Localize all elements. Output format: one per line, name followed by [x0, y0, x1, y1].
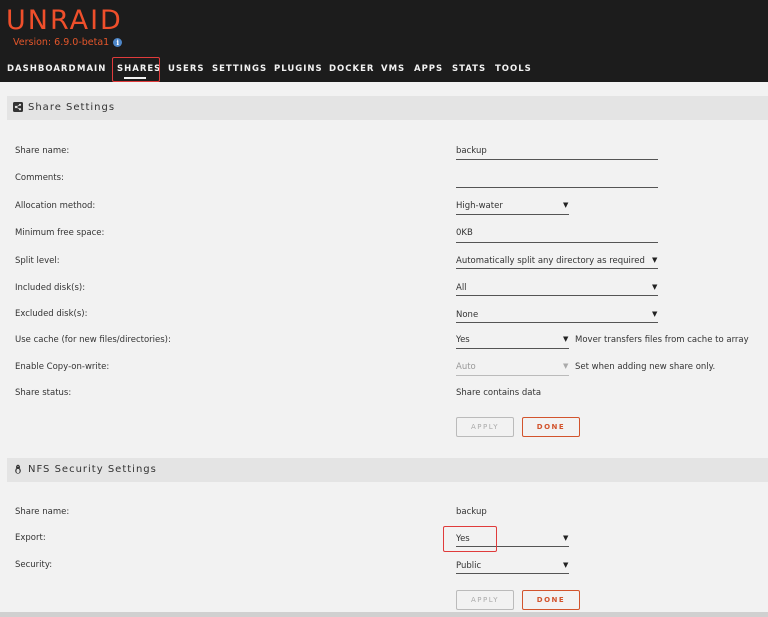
min-free-input[interactable]: 0KB: [456, 228, 473, 238]
nav-docker[interactable]: DOCKER: [329, 64, 374, 74]
share-name-label: Share name:: [15, 146, 70, 156]
share-status-value: Share contains data: [456, 388, 542, 398]
nav-tools[interactable]: TOOLS: [495, 64, 532, 74]
info-icon[interactable]: i: [113, 38, 123, 47]
share-name-input[interactable]: backup: [456, 146, 487, 156]
included-disks-select[interactable]: All: [456, 283, 467, 293]
security-label: Security:: [15, 560, 53, 570]
allocation-label: Allocation method:: [15, 201, 96, 211]
nfs-share-name-value: backup: [456, 507, 487, 517]
nfs-apply-button: APPLY: [456, 590, 514, 610]
allocation-select[interactable]: High-water: [456, 201, 503, 211]
unraid-logo[interactable]: UNRAID: [6, 5, 123, 37]
nav-stats[interactable]: STATS: [452, 64, 486, 74]
share-settings-header: Share Settings: [7, 96, 768, 120]
chevron-down-icon[interactable]: ▼: [652, 310, 657, 318]
version-info: Version: 6.9.0-beta1 i: [13, 37, 123, 48]
nav-dashboard[interactable]: DASHBOARD: [7, 64, 77, 74]
split-level-underline: [456, 268, 658, 269]
use-cache-select[interactable]: Yes: [456, 335, 470, 345]
chevron-down-icon[interactable]: ▼: [652, 256, 657, 264]
nfs-done-button[interactable]: DONE: [522, 590, 580, 610]
shares-highlight-box: [112, 57, 160, 82]
linux-penguin-icon: [15, 464, 21, 474]
export-label: Export:: [15, 533, 46, 543]
comments-underline: [456, 187, 658, 188]
comments-label: Comments:: [15, 173, 64, 183]
cow-note: Set when adding new share only.: [575, 362, 716, 372]
security-select[interactable]: Public: [456, 561, 481, 571]
split-level-label: Split level:: [15, 256, 60, 266]
use-cache-note: Mover transfers files from cache to arra…: [575, 335, 749, 345]
chevron-down-icon[interactable]: ▼: [563, 201, 568, 209]
nav-apps[interactable]: APPS: [414, 64, 443, 74]
security-underline: [456, 573, 569, 574]
allocation-underline: [456, 214, 569, 215]
use-cache-underline: [456, 348, 569, 349]
cow-label: Enable Copy-on-write:: [15, 362, 110, 372]
cow-underline: [456, 375, 569, 376]
nav-main[interactable]: MAIN: [77, 64, 106, 74]
export-highlight-box: [443, 526, 497, 552]
nav-settings[interactable]: SETTINGS: [212, 64, 267, 74]
chevron-down-icon[interactable]: ▼: [563, 335, 568, 343]
use-cache-label: Use cache (for new files/directories):: [15, 335, 171, 345]
done-button[interactable]: DONE: [522, 417, 580, 437]
apply-button: APPLY: [456, 417, 514, 437]
nav-vms[interactable]: VMS: [381, 64, 405, 74]
chevron-down-icon: ▼: [563, 362, 569, 370]
nfs-settings-title: NFS Security Settings: [28, 464, 157, 475]
included-disks-label: Included disk(s):: [15, 283, 86, 293]
share-settings-title: Share Settings: [28, 102, 116, 113]
nav-users[interactable]: USERS: [168, 64, 205, 74]
split-level-select[interactable]: Automatically split any directory as req…: [456, 256, 645, 266]
chevron-down-icon[interactable]: ▼: [563, 534, 568, 542]
nav-plugins[interactable]: PLUGINS: [274, 64, 323, 74]
share-icon: [13, 102, 23, 112]
share-name-underline: [456, 159, 658, 160]
cow-select: Auto: [456, 362, 476, 372]
included-disks-underline: [456, 295, 658, 296]
excluded-disks-label: Excluded disk(s):: [15, 309, 88, 319]
chevron-down-icon[interactable]: ▼: [563, 561, 568, 569]
min-free-label: Minimum free space:: [15, 228, 105, 238]
version-text: Version: 6.9.0-beta1: [13, 37, 110, 48]
nfs-share-name-label: Share name:: [15, 507, 70, 517]
share-status-label: Share status:: [15, 388, 72, 398]
min-free-underline: [456, 242, 658, 243]
chevron-down-icon[interactable]: ▼: [652, 283, 657, 291]
footer-strip: [0, 612, 768, 617]
excluded-disks-select[interactable]: None: [456, 310, 478, 320]
excluded-disks-underline: [456, 322, 658, 323]
nfs-settings-header: NFS Security Settings: [7, 458, 768, 482]
